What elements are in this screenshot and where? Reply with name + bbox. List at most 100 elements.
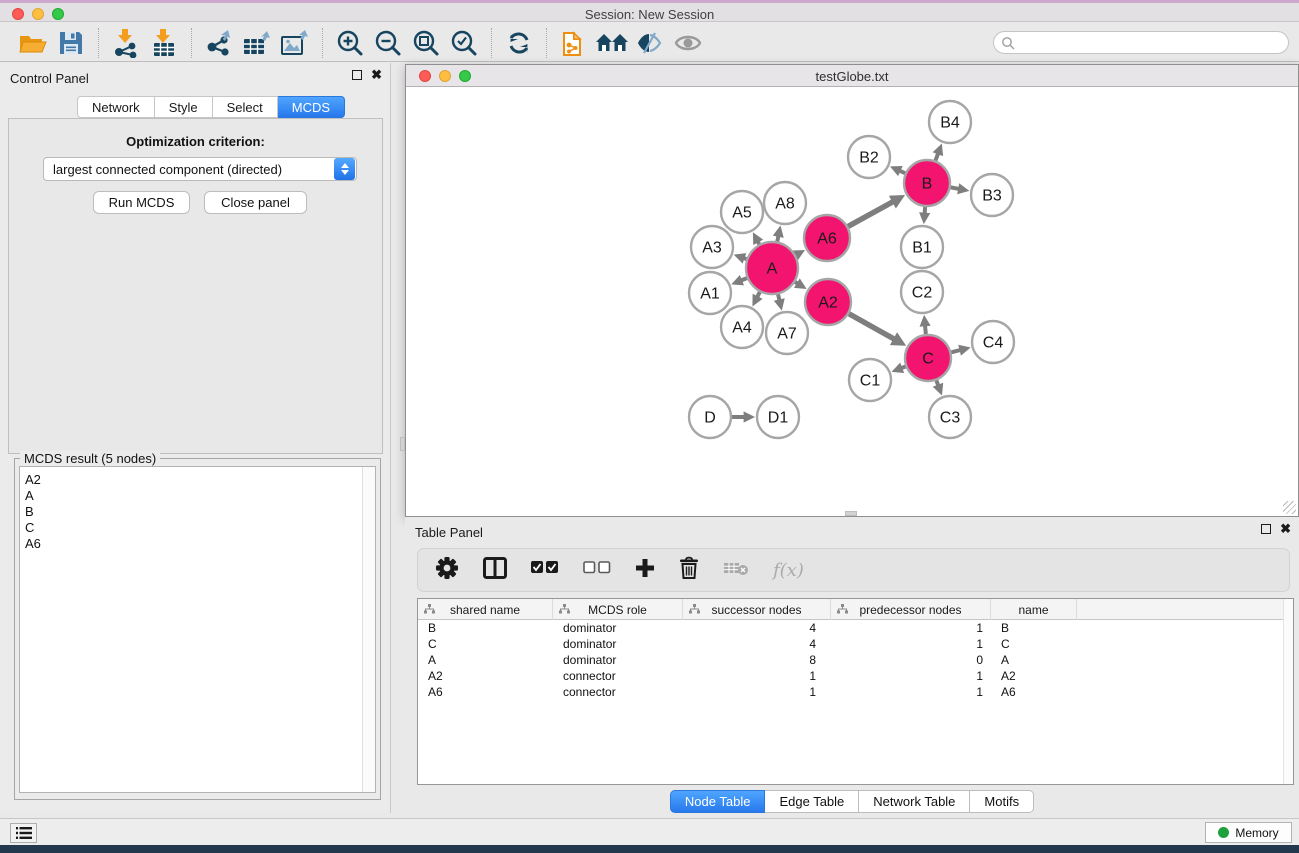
column-header-predecessor-nodes[interactable]: predecessor nodes — [831, 599, 991, 620]
table-row[interactable]: Bdominator41B — [418, 620, 1283, 636]
table-cell[interactable]: 1 — [683, 668, 831, 684]
table-row[interactable]: A2connector11A2 — [418, 668, 1283, 684]
network-vscroll-thumb[interactable] — [400, 437, 405, 451]
tab-network[interactable]: Network — [77, 96, 155, 118]
table-cell[interactable]: 4 — [683, 636, 831, 652]
float-panel-icon[interactable] — [1261, 524, 1271, 534]
table-scrollbar[interactable] — [1283, 599, 1293, 784]
delete-column-button[interactable] — [679, 556, 699, 584]
column-header-shared-name[interactable]: shared name — [418, 599, 553, 620]
tab-network-table[interactable]: Network Table — [859, 790, 970, 813]
memory-button[interactable]: Memory — [1205, 822, 1292, 843]
network-window-titlebar[interactable]: testGlobe.txt — [406, 65, 1298, 87]
network-hscroll-thumb[interactable] — [845, 511, 857, 516]
network-document-icon — [560, 28, 588, 58]
graph-node-label: D — [704, 410, 716, 427]
close-panel-icon[interactable]: ✖ — [371, 70, 382, 80]
table-cell[interactable]: A2 — [418, 668, 553, 684]
import-network-button[interactable] — [107, 27, 145, 59]
table-cell[interactable]: dominator — [553, 636, 683, 652]
show-all-button[interactable] — [669, 27, 707, 59]
table-cell[interactable]: 4 — [683, 620, 831, 636]
table-cell[interactable]: B — [418, 620, 553, 636]
tab-mcds[interactable]: MCDS — [278, 96, 345, 118]
export-network-icon — [204, 29, 234, 57]
table-cell[interactable]: connector — [553, 668, 683, 684]
resize-grip-icon[interactable] — [1283, 501, 1296, 514]
zoom-out-button[interactable] — [369, 27, 407, 59]
table-cell[interactable]: C — [991, 636, 1077, 652]
table-cell[interactable]: 1 — [831, 684, 991, 700]
run-mcds-button[interactable]: Run MCDS — [93, 191, 190, 214]
graph-node-label: C3 — [940, 410, 961, 427]
table-cell[interactable]: A — [418, 652, 553, 668]
graph-edge-C-C2[interactable] — [925, 325, 926, 334]
table-settings-button[interactable] — [435, 556, 459, 585]
result-list-item[interactable]: A — [20, 488, 375, 504]
network-canvas[interactable]: AA1A2A3A4A5A6A7A8BB1B2B3B4CC1C2C3C4DD1 — [406, 87, 1298, 516]
show-column-button[interactable] — [483, 557, 507, 584]
table-row[interactable]: A6connector11A6 — [418, 684, 1283, 700]
table-cell[interactable]: dominator — [553, 652, 683, 668]
table-cell[interactable]: 1 — [831, 620, 991, 636]
search-input[interactable] — [1015, 34, 1288, 52]
create-column-button[interactable] — [635, 558, 655, 583]
column-header-MCDS-role[interactable]: MCDS role — [553, 599, 683, 620]
first-neighbors-button[interactable] — [593, 27, 631, 59]
show-panels-button[interactable] — [10, 823, 37, 843]
tab-edge-table[interactable]: Edge Table — [765, 790, 859, 813]
export-table-button[interactable] — [238, 27, 276, 59]
graph-edge-C-C4[interactable] — [951, 350, 960, 352]
close-panel-icon[interactable]: ✖ — [1280, 524, 1291, 534]
table-cell[interactable]: 1 — [683, 684, 831, 700]
zoom-selected-button[interactable] — [445, 27, 483, 59]
graph-edge-A6-B[interactable] — [848, 202, 893, 227]
table-cell[interactable]: 1 — [831, 668, 991, 684]
tab-select[interactable]: Select — [213, 96, 278, 118]
table-cell[interactable]: A — [991, 652, 1077, 668]
table-cell[interactable]: 1 — [831, 636, 991, 652]
graph-edge-B-B3[interactable] — [951, 187, 960, 189]
table-cell[interactable]: B — [991, 620, 1077, 636]
result-list-item[interactable]: C — [20, 520, 375, 536]
deselect-all-rows-button[interactable] — [583, 561, 611, 579]
tab-motifs[interactable]: Motifs — [970, 790, 1034, 813]
table-cell[interactable]: dominator — [553, 620, 683, 636]
table-cell[interactable]: connector — [553, 684, 683, 700]
result-list-item[interactable]: A6 — [20, 536, 375, 552]
table-cell[interactable]: A6 — [991, 684, 1077, 700]
export-image-button[interactable] — [276, 27, 314, 59]
table-row[interactable]: Adominator80A — [418, 652, 1283, 668]
table-cell[interactable]: A2 — [991, 668, 1077, 684]
toolbar-separator — [546, 28, 547, 58]
table-cell[interactable]: C — [418, 636, 553, 652]
tab-node-table[interactable]: Node Table — [670, 790, 766, 813]
zoom-in-button[interactable] — [331, 27, 369, 59]
save-session-button[interactable] — [52, 27, 90, 59]
tab-style[interactable]: Style — [155, 96, 213, 118]
float-panel-icon[interactable] — [352, 70, 362, 80]
graph-edge-B-B4[interactable] — [935, 153, 938, 160]
table-cell[interactable]: A6 — [418, 684, 553, 700]
column-header-name[interactable]: name — [991, 599, 1077, 620]
result-list-item[interactable]: B — [20, 504, 375, 520]
close-panel-button[interactable]: Close panel — [204, 191, 307, 214]
column-header-successor-nodes[interactable]: successor nodes — [683, 599, 831, 620]
refresh-layout-button[interactable] — [500, 27, 538, 59]
hide-selected-button[interactable] — [631, 27, 669, 59]
graph-edge-B-B1[interactable] — [925, 207, 926, 214]
graph-edge-A2-C[interactable] — [849, 314, 894, 339]
optimization-criterion-select[interactable]: largest connected component (directed) — [43, 157, 357, 181]
new-network-from-selection-button[interactable] — [555, 27, 593, 59]
open-file-button[interactable] — [14, 27, 52, 59]
result-list-item[interactable]: A2 — [20, 472, 375, 488]
mcds-result-list[interactable]: A2ABCA6 — [19, 466, 376, 793]
export-network-button[interactable] — [200, 27, 238, 59]
table-row[interactable]: Cdominator41C — [418, 636, 1283, 652]
import-table-button[interactable] — [145, 27, 183, 59]
table-cell[interactable]: 0 — [831, 652, 991, 668]
zoom-fit-button[interactable] — [407, 27, 445, 59]
result-list-scrollbar[interactable] — [362, 467, 375, 792]
select-all-rows-button[interactable] — [531, 561, 559, 579]
table-cell[interactable]: 8 — [683, 652, 831, 668]
